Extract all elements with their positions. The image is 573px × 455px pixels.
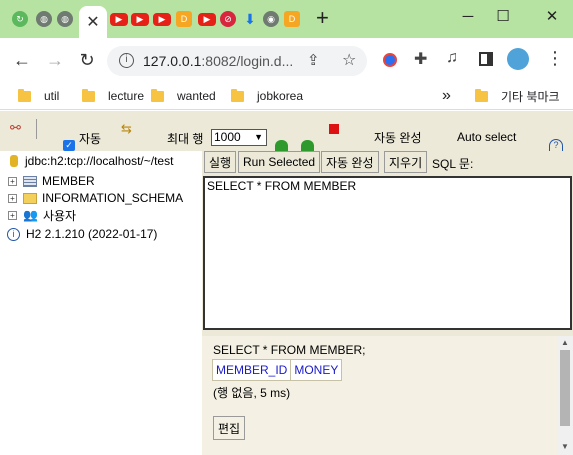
expand-icon[interactable]: + (8, 176, 17, 186)
max-rows-label: 최대 행 (167, 132, 204, 146)
users-icon: 👥 (23, 208, 38, 222)
query-pane: 실행 Run Selected 자동 완성 지우기 SQL 문: SELECT … (202, 151, 573, 455)
bookmark-util[interactable]: util (18, 86, 59, 106)
extension-color-icon[interactable] (383, 53, 397, 67)
result-scrollbar[interactable]: ▲ ▼ (557, 336, 573, 455)
tab-strip: ↻ ◍ ◍ ✕ ▶ ▶ ▶ D ▶ ⊘ ⬇ ◉ D + ─ ☐ ✕ (0, 0, 573, 38)
version-label: H2 2.1.210 (2022-01-17) (26, 227, 158, 241)
run-button[interactable]: 실행 (204, 151, 237, 173)
youtube-icon[interactable]: ▶ (110, 13, 128, 26)
tree-item-label: MEMBER (42, 174, 95, 188)
folder-icon (151, 88, 164, 102)
youtube-icon[interactable]: ▶ (198, 13, 216, 26)
share-icon[interactable]: ⇪ (307, 51, 320, 69)
globe-icon[interactable]: ◍ (36, 11, 52, 27)
run-selected-icon[interactable] (301, 140, 314, 151)
bookmark-wanted[interactable]: wanted (151, 86, 216, 106)
tree-item-member[interactable]: + MEMBER (0, 173, 95, 189)
forward-icon[interactable]: → (45, 50, 65, 70)
scroll-thumb[interactable] (560, 350, 570, 426)
table-icon (23, 175, 37, 187)
toolbar-divider (36, 119, 37, 139)
avatar[interactable] (507, 48, 529, 70)
bookmark-other[interactable]: 기타 북마크 (475, 86, 560, 106)
bookmark-star-icon[interactable]: ☆ (342, 50, 356, 70)
tree-item-label: 사용자 (42, 208, 77, 223)
connection-node[interactable]: jdbc:h2:tcp://localhost/~/test (0, 153, 173, 169)
close-window-button[interactable]: ✕ (540, 6, 564, 26)
bookmark-jobkorea[interactable]: jobkorea (231, 86, 303, 106)
tree-item-users[interactable]: + 👥 사용자 (0, 207, 76, 223)
connection-url: jdbc:h2:tcp://localhost/~/test (25, 154, 174, 168)
autocommit-label: 자동 (79, 132, 102, 146)
max-rows-value: 1000 (214, 130, 241, 144)
address-bar[interactable]: i 127.0.0.1:8082/login.d... ⇪ ☆ (107, 46, 367, 76)
extensions-puzzle-icon[interactable]: ✚ (414, 49, 427, 69)
youtube-icon[interactable]: ▶ (131, 13, 149, 26)
side-panel-icon[interactable] (479, 52, 493, 66)
run-selected-button[interactable]: Run Selected (238, 151, 321, 173)
d-icon[interactable]: D (284, 11, 300, 27)
tree-item-label: INFORMATION_SCHEMA (42, 191, 184, 205)
bookmarks-more-button[interactable]: » (442, 86, 451, 106)
sql-editor[interactable]: SELECT * FROM MEMBER (203, 176, 572, 330)
result-statement: SELECT * FROM MEMBER; (213, 343, 366, 357)
column-header[interactable]: MEMBER_ID (211, 359, 292, 381)
refresh-icon[interactable]: ⇆ (121, 121, 132, 137)
column-header[interactable]: MONEY (290, 359, 343, 381)
folder-icon (18, 88, 31, 102)
bookmarks-bar: util lecture wanted jobkorea » 기타 북마크 (0, 82, 573, 110)
folder-icon (231, 88, 244, 102)
tree-item-information-schema[interactable]: + INFORMATION_SCHEMA (0, 190, 183, 206)
new-tab-button[interactable]: + (316, 7, 329, 29)
clear-button[interactable]: 지우기 (384, 151, 428, 173)
disconnect-icon[interactable]: ⚯ (10, 120, 21, 136)
reload-icon[interactable]: ↻ (77, 50, 97, 70)
folder-icon (475, 88, 488, 102)
database-icon (10, 155, 18, 167)
close-tab-icon[interactable]: ✕ (86, 12, 99, 32)
media-control-icon[interactable]: ♫ (446, 49, 458, 67)
scroll-up-icon[interactable]: ▲ (561, 338, 569, 347)
maximize-button[interactable]: ☐ (491, 6, 515, 26)
run-icon[interactable] (275, 140, 288, 151)
basketball-icon[interactable]: ⊘ (220, 11, 236, 27)
version-info: i H2 2.1.210 (2022-01-17) (0, 226, 157, 242)
help-icon[interactable]: ? (549, 139, 563, 151)
autocomplete-button[interactable]: 자동 완성 (321, 151, 379, 173)
site-info-icon[interactable]: i (119, 53, 134, 68)
active-tab[interactable]: ✕ (79, 6, 107, 38)
max-rows-select[interactable]: 1000 ▼ (211, 129, 267, 146)
menu-icon[interactable]: ⋮ (546, 48, 564, 68)
autocomplete-label: 자동 완성 (374, 131, 422, 145)
edit-button[interactable]: 편집 (213, 416, 246, 440)
back-icon[interactable]: ← (12, 50, 32, 70)
bookmark-lecture[interactable]: lecture (82, 86, 144, 106)
expand-icon[interactable]: + (8, 210, 17, 220)
scroll-down-icon[interactable]: ▼ (561, 442, 569, 451)
sql-label: SQL 문: (432, 157, 474, 171)
expand-icon[interactable]: + (8, 193, 17, 203)
folder-icon (82, 88, 95, 102)
navigation-bar: ← → ↻ i 127.0.0.1:8082/login.d... ⇪ ☆ ✚ … (0, 38, 573, 82)
minimize-button[interactable]: ─ (456, 6, 480, 26)
url-text[interactable]: 127.0.0.1:8082/login.d... (143, 53, 293, 69)
stop-icon[interactable] (329, 124, 339, 134)
chrome-icon[interactable]: ◉ (263, 11, 279, 27)
result-summary: (행 없음, 5 ms) (213, 386, 291, 400)
result-panel: SELECT * FROM MEMBER; MEMBER_ID MONEY (행… (202, 336, 558, 455)
h2-toolbar: ⚯ ✓ 자동 ⇆ 최대 행 1000 ▼ 자동 완성 Auto select ? (0, 111, 573, 151)
tab-icon-green[interactable]: ↻ (12, 11, 28, 27)
download-icon[interactable]: ⬇ (242, 11, 258, 27)
info-icon: i (7, 227, 20, 241)
chevron-down-icon: ▼ (254, 132, 263, 142)
d-icon[interactable]: D (176, 11, 192, 27)
result-table: MEMBER_ID MONEY (211, 359, 343, 381)
youtube-icon[interactable]: ▶ (153, 13, 171, 26)
globe-icon[interactable]: ◍ (57, 11, 73, 27)
autocommit-checkbox[interactable]: ✓ (63, 140, 75, 151)
schema-tree: jdbc:h2:tcp://localhost/~/test + MEMBER … (0, 151, 202, 455)
folder-icon (23, 192, 37, 204)
autoselect-label: Auto select (457, 130, 517, 144)
